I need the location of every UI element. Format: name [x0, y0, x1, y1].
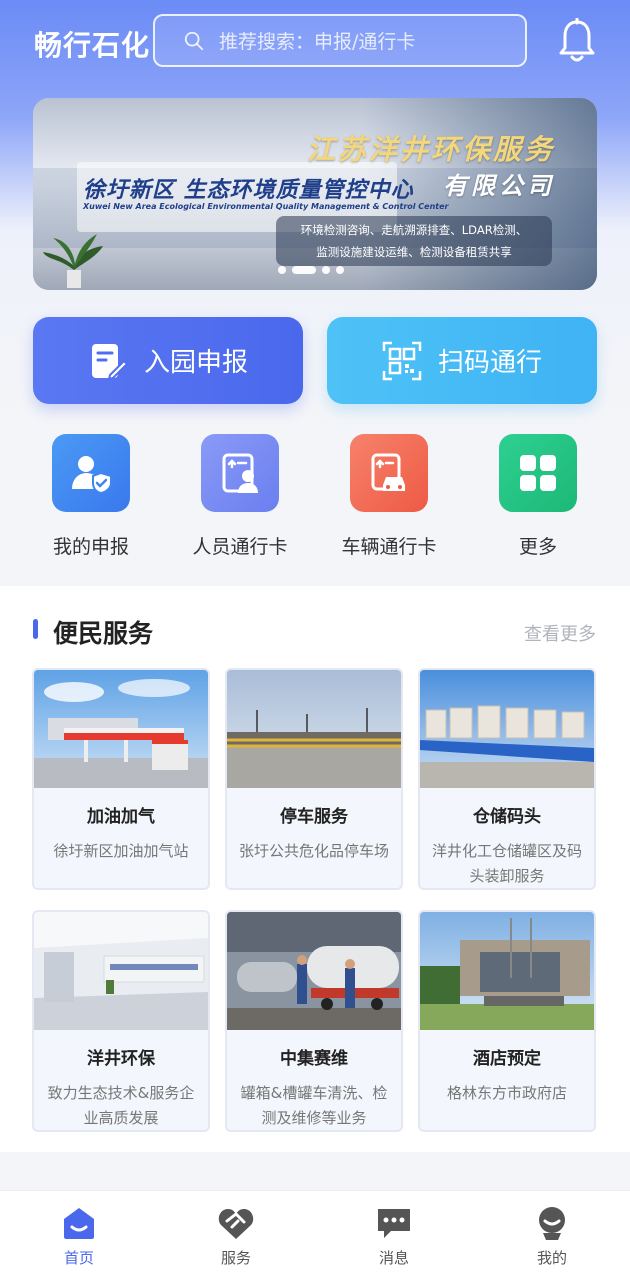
- more-grid-icon: [499, 434, 577, 512]
- tab-messages[interactable]: 消息: [344, 1205, 444, 1268]
- banner-description: 环境检测咨询、走航溯源排查、LDAR检测、 监测设施建设运维、检测设备租赁共享: [276, 216, 552, 266]
- banner-wall-english: Xuwei New Area Ecological Environmental …: [83, 202, 449, 211]
- plant-icon: [43, 234, 103, 288]
- parking-lot-image: [227, 670, 401, 788]
- service-card-yangjing-env[interactable]: 洋井环保 致力生态技术&服务企业高质发展: [32, 910, 210, 1132]
- edit-document-icon: [91, 343, 128, 380]
- my-application-icon: [52, 434, 130, 512]
- carousel-dot[interactable]: [278, 266, 286, 274]
- bottom-tab-bar: 首页 服务 消息 我的: [0, 1190, 630, 1280]
- card-description: 罐箱&槽罐车清洗、检测及维修等业务: [240, 1084, 388, 1127]
- tab-label: 首页: [63, 1249, 94, 1267]
- service-icon: [218, 1209, 254, 1239]
- service-card-cimc[interactable]: 中集赛维 罐箱&槽罐车清洗、检测及维修等业务: [225, 910, 403, 1132]
- card-title: 停车服务: [280, 807, 348, 827]
- quick-link-personnel-pass[interactable]: 人员通行卡: [180, 434, 300, 559]
- search-placeholder: 推荐搜索：申报/通行卡: [219, 31, 416, 53]
- home-icon: [64, 1208, 94, 1239]
- app-title: 畅行石化: [34, 29, 151, 62]
- quick-link-label: 我的申报: [52, 536, 129, 558]
- banner-wall-text: 徐圩新区 生态环境质量管控中心: [83, 177, 414, 203]
- service-card-gas-station[interactable]: 加油加气 徐圩新区加油加气站: [32, 668, 210, 890]
- banner-desc-line1: 环境检测咨询、走航溯源排查、LDAR检测、: [300, 223, 528, 237]
- card-title: 洋井环保: [87, 1049, 155, 1069]
- banner-title: 江苏洋井环保服务: [306, 133, 555, 166]
- card-title: 加油加气: [87, 807, 155, 827]
- scan-button-label: 扫码通行: [437, 348, 542, 378]
- search-icon: [184, 31, 204, 50]
- apply-button-label: 入园申报: [143, 348, 248, 378]
- tab-home[interactable]: 首页: [29, 1205, 129, 1268]
- hotel-image: [420, 912, 594, 1030]
- message-icon: [378, 1209, 410, 1238]
- quick-link-label: 人员通行卡: [192, 536, 288, 558]
- personnel-pass-icon: [201, 434, 279, 512]
- promo-banner[interactable]: 徐圩新区 生态环境质量管控中心 Xuwei New Area Ecologica…: [33, 98, 597, 290]
- quick-link-my-application[interactable]: 我的申报: [31, 434, 151, 559]
- service-card-parking[interactable]: 停车服务 张圩公共危化品停车场: [225, 668, 403, 890]
- office-lobby-image: [34, 912, 208, 1030]
- banner-desc-line2: 监测设施建设运维、检测设备租赁共享: [316, 245, 512, 259]
- card-description: 张圩公共危化品停车场: [238, 842, 389, 860]
- tab-label: 我的: [536, 1249, 567, 1267]
- card-description: 徐圩新区加油加气站: [53, 842, 189, 860]
- quick-link-more[interactable]: 更多: [478, 434, 598, 559]
- profile-icon: [539, 1207, 565, 1240]
- storage-tanks-image: [420, 670, 594, 788]
- banner-title-line2: 有限公司: [443, 172, 555, 200]
- card-description: 洋井化工仓储罐区及码头装卸服务: [431, 842, 582, 885]
- quick-link-label: 更多: [518, 536, 557, 558]
- card-title: 仓储码头: [473, 807, 541, 827]
- view-more-link[interactable]: 查看更多: [524, 620, 596, 646]
- service-card-storage-dock[interactable]: 仓储码头 洋井化工仓储罐区及码头装卸服务: [418, 668, 596, 890]
- card-description: 格林东方市政府店: [446, 1084, 567, 1102]
- tab-label: 服务: [220, 1249, 251, 1267]
- carousel-dot[interactable]: [322, 266, 330, 274]
- gas-station-image: [34, 670, 208, 788]
- tab-label: 消息: [378, 1249, 409, 1267]
- vehicle-pass-icon: [350, 434, 428, 512]
- carousel-dot-active[interactable]: [292, 266, 316, 274]
- service-card-hotel[interactable]: 酒店预定 格林东方市政府店: [418, 910, 596, 1132]
- card-description: 致力生态技术&服务企业高质发展: [47, 1084, 195, 1127]
- quick-link-vehicle-pass[interactable]: 车辆通行卡: [329, 434, 449, 559]
- header: 畅行石化 推荐搜索：申报/通行卡: [0, 0, 630, 88]
- park-entry-application-button[interactable]: 入园申报: [33, 317, 303, 404]
- section-title: 便民服务: [53, 619, 154, 648]
- carousel-indicator: [278, 266, 344, 274]
- scan-pass-button[interactable]: 扫码通行: [327, 317, 597, 404]
- card-title: 酒店预定: [473, 1049, 541, 1069]
- tank-workshop-image: [227, 912, 401, 1030]
- carousel-dot[interactable]: [336, 266, 344, 274]
- tab-profile[interactable]: 我的: [502, 1205, 602, 1268]
- section-accent-bar: [33, 619, 38, 639]
- tab-service[interactable]: 服务: [186, 1205, 286, 1268]
- card-title: 中集赛维: [280, 1049, 348, 1069]
- search-input[interactable]: 推荐搜索：申报/通行卡: [153, 14, 527, 67]
- convenience-services-section: 便民服务 查看更多 加油加气 徐圩新区加油加气站 停车服务 张圩公共危化品停车场…: [0, 586, 630, 1152]
- qr-code-icon: [382, 341, 422, 380]
- bell-icon[interactable]: [557, 18, 597, 64]
- quick-link-label: 车辆通行卡: [341, 536, 437, 558]
